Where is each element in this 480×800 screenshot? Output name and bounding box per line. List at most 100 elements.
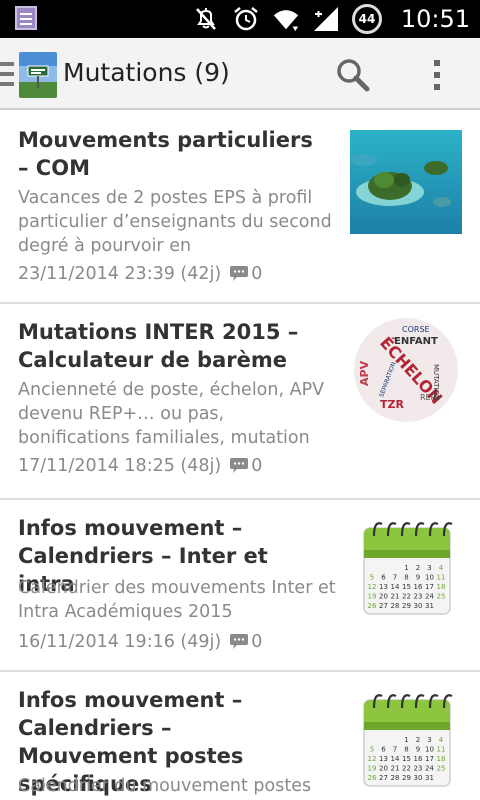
article-excerpt: Vacances de 2 postes EPS à profil partic… — [18, 188, 332, 256]
calendar-day: 3 — [427, 736, 431, 744]
article-meta: 16/11/2014 19:16 (49j) 0 — [18, 632, 262, 652]
calendar-day: 16 — [414, 755, 423, 763]
comment-icon — [230, 634, 249, 649]
calendar-day: 7 — [393, 746, 397, 754]
calendar-day: 1 — [404, 564, 408, 572]
calendar-day: 18 — [437, 583, 446, 591]
alarm-icon — [234, 7, 258, 31]
calendar-day: 6 — [381, 746, 386, 754]
island-photo — [350, 130, 462, 234]
calendar-day: 4 — [439, 564, 444, 572]
calendar-day: 20 — [379, 765, 388, 773]
calendar-day: 2 — [416, 736, 420, 744]
article-date: 17/11/2014 18:25 (48j) — [18, 456, 222, 476]
comment-count: 0 — [251, 456, 263, 476]
overflow-menu-icon[interactable] — [422, 52, 452, 98]
calendar-day: 26 — [368, 774, 377, 782]
list-item[interactable]: Infos mouvement – Calendriers – Mouvemen… — [0, 672, 480, 800]
status-bar: 44 10:51 — [0, 0, 480, 38]
calendar-day: 4 — [439, 736, 444, 744]
calendar-day: 3 — [427, 564, 431, 572]
signal-icon — [314, 7, 338, 31]
calendar-day: 8 — [404, 574, 408, 582]
list-item[interactable]: Mutations INTER 2015 – Calculateur de ba… — [0, 304, 480, 500]
app-logo[interactable] — [19, 52, 57, 98]
calendar-day: 23 — [414, 765, 423, 773]
calendar-day: 29 — [402, 774, 411, 782]
calendar-day: 15 — [402, 583, 411, 591]
page-title: Mutations (9) — [63, 58, 230, 87]
calendar-day: 24 — [425, 765, 434, 773]
search-button[interactable] — [330, 52, 376, 98]
calendar-icon: 1 2 3 4 5 6 7 8 9 10 11 12 13 14 15 16 17 18 19 20 21 22 23 24 2… — [350, 686, 462, 790]
calendar-day: 9 — [416, 574, 420, 582]
calendar-day: 24 — [425, 593, 434, 601]
article-date: 16/11/2014 19:16 (49j) — [18, 632, 222, 652]
calendar-day: 10 — [425, 574, 434, 582]
calendar-day: 6 — [381, 574, 386, 582]
calendar-day: 13 — [379, 583, 388, 591]
calendar-day: 20 — [379, 593, 388, 601]
mute-icon — [196, 8, 216, 30]
article-title: Mutations INTER 2015 – Calculateur de ba… — [18, 320, 299, 372]
drawer-menu-icon[interactable] — [0, 60, 14, 88]
calendar-day: 21 — [391, 593, 400, 601]
calendar-icon: 1 2 3 4 5 6 7 8 9 10 11 12 13 14 15 16 17 18 19 20 21 22 23 24 2… — [350, 514, 462, 618]
wifi-icon — [273, 10, 299, 32]
calendar-day: 13 — [379, 755, 388, 763]
article-meta: 17/11/2014 18:25 (48j) 0 — [18, 456, 262, 476]
word-cloud-word: CORSE — [402, 325, 430, 334]
article-excerpt: Ancienneté de poste, échelon, APV devenu… — [18, 380, 325, 448]
battery-level: 44 — [358, 12, 376, 26]
calendar-day: 14 — [391, 583, 400, 591]
calendar-day: 21 — [391, 765, 400, 773]
calendar-day: 19 — [368, 593, 377, 601]
comment-icon — [230, 266, 249, 281]
word-cloud-word: TZR — [380, 398, 404, 411]
calendar-day: 16 — [414, 583, 423, 591]
word-cloud-word: MUTATION — [432, 364, 440, 400]
calendar-day: 29 — [402, 602, 411, 610]
word-cloud-word: ENFANT — [394, 336, 438, 347]
calendar-day: 28 — [391, 602, 400, 610]
calendar-day: 30 — [414, 602, 423, 610]
comment-count: 0 — [251, 264, 263, 284]
word-cloud-word: APV — [358, 360, 371, 386]
calendar-day: 25 — [437, 593, 446, 601]
comment-icon — [230, 458, 249, 473]
calendar-day: 15 — [402, 755, 411, 763]
calendar-day: 22 — [402, 593, 411, 601]
notification-icon — [15, 6, 37, 30]
calendar-day: 17 — [425, 583, 434, 591]
calendar-day: 31 — [425, 774, 434, 782]
calendar-day: 12 — [368, 755, 377, 763]
article-list: Mouvements particuliers – COM Vacances d… — [0, 112, 480, 800]
word-cloud-image: ÉCHELON ENFANT CORSE APV TZR REP+ SÉPARA… — [350, 318, 462, 422]
calendar-day: 28 — [391, 774, 400, 782]
calendar-day: 2 — [416, 564, 420, 572]
battery-icon: 44 — [352, 4, 382, 34]
article-excerpt: Calendrier des mouvements Inter et Intra… — [18, 578, 336, 622]
calendar-day: 26 — [368, 602, 377, 610]
calendar-day: 8 — [404, 746, 408, 754]
calendar-day: 7 — [393, 574, 397, 582]
calendar-day: 22 — [402, 765, 411, 773]
list-item[interactable]: Infos mouvement – Calendriers – Inter et… — [0, 500, 480, 672]
calendar-day: 27 — [379, 774, 388, 782]
article-meta: 23/11/2014 23:39 (42j) 0 — [18, 264, 262, 284]
list-item[interactable]: Mouvements particuliers – COM Vacances d… — [0, 112, 480, 304]
calendar-day: 11 — [437, 746, 446, 754]
calendar-day: 12 — [368, 583, 377, 591]
article-date: 23/11/2014 23:39 (42j) — [18, 264, 222, 284]
calendar-day: 30 — [414, 774, 423, 782]
calendar-day: 27 — [379, 602, 388, 610]
calendar-day: 17 — [425, 755, 434, 763]
calendar-day: 23 — [414, 593, 423, 601]
calendar-day: 31 — [425, 602, 434, 610]
calendar-day: 5 — [370, 574, 374, 582]
action-bar: Mutations (9) — [0, 38, 480, 110]
calendar-day: 11 — [437, 574, 446, 582]
calendar-day: 10 — [425, 746, 434, 754]
calendar-day: 19 — [368, 765, 377, 773]
search-icon — [337, 59, 370, 92]
